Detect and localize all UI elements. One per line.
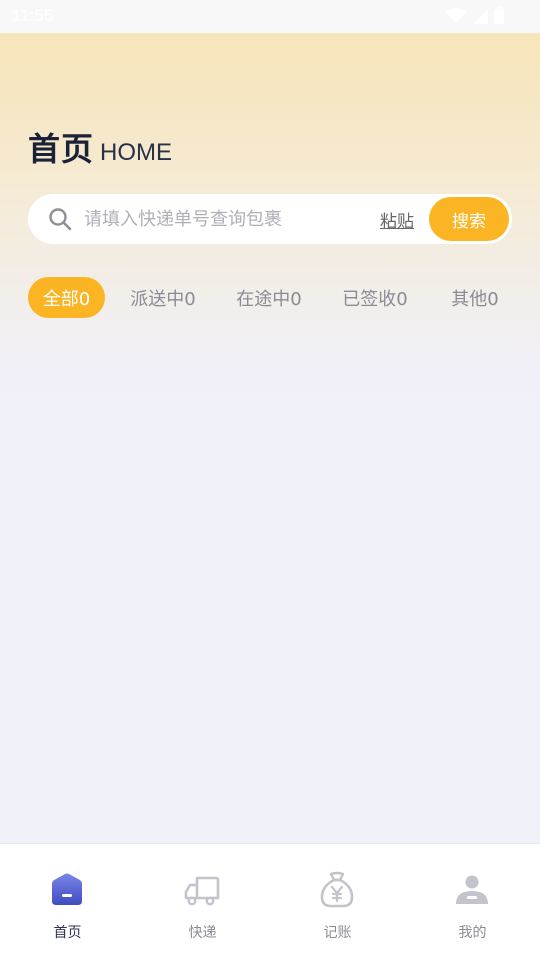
- status-icons: [446, 7, 504, 24]
- nav-label-profile: 我的: [458, 925, 487, 941]
- tab-all[interactable]: 全部0: [28, 277, 105, 318]
- nav-label-accounting: 记账: [323, 925, 352, 941]
- nav-item-home[interactable]: 首页: [0, 844, 135, 960]
- search-icon: [49, 208, 72, 231]
- nav-item-accounting[interactable]: 记账: [270, 844, 405, 960]
- tracking-number-input[interactable]: [84, 206, 374, 232]
- app-screen: 11:55 首页 HOME 粘贴 搜索 全部0 派送中0: [0, 0, 540, 960]
- user-icon: [456, 875, 488, 904]
- nav-label-home: 首页: [53, 925, 82, 941]
- wifi-icon: [446, 8, 466, 23]
- page-title-en: HOME: [100, 139, 173, 166]
- search-button[interactable]: 搜索: [429, 197, 509, 241]
- home-icon: [52, 873, 82, 905]
- tab-delivering[interactable]: 派送中0: [120, 277, 206, 318]
- tab-in-transit[interactable]: 在途中0: [226, 277, 312, 318]
- status-time: 11:55: [12, 6, 54, 25]
- status-bar: 11:55: [0, 0, 540, 33]
- money-bag-icon: [320, 871, 354, 908]
- status-filter-tabs: 全部0 派送中0 在途中0 已签收0 其他0: [28, 277, 512, 318]
- truck-icon: [184, 876, 220, 906]
- cellular-signal-icon: [473, 8, 488, 24]
- nav-label-express: 快递: [188, 925, 217, 941]
- bottom-navigation: 首页 快递 记账 我的: [0, 843, 540, 960]
- tab-signed[interactable]: 已签收0: [332, 277, 418, 318]
- tab-other[interactable]: 其他0: [438, 277, 512, 318]
- nav-item-profile[interactable]: 我的: [405, 844, 540, 960]
- search-box: 粘贴 搜索: [28, 194, 512, 244]
- battery-icon: [494, 7, 504, 24]
- nav-item-express[interactable]: 快递: [135, 844, 270, 960]
- page-title-cn: 首页: [28, 130, 95, 168]
- paste-button[interactable]: 粘贴: [380, 207, 414, 232]
- page-title: 首页 HOME: [28, 124, 172, 170]
